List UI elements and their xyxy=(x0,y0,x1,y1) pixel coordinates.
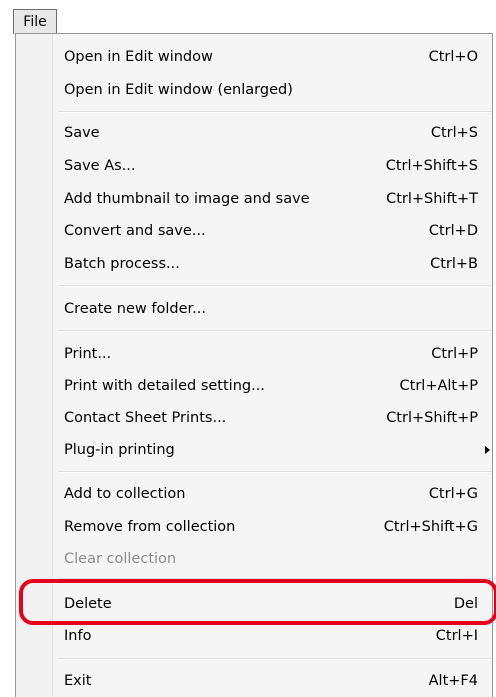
menu-item-label: Batch process... xyxy=(64,256,180,272)
menu-item-remove-from-collection[interactable]: Remove from collection Ctrl+Shift+G xyxy=(16,512,492,542)
menu-separator xyxy=(58,285,492,287)
menu-item-label: Delete xyxy=(64,596,112,612)
menu-item-shortcut: Ctrl+Shift+P xyxy=(386,410,478,426)
menu-item-label: Create new folder... xyxy=(64,301,206,317)
menu-separator xyxy=(58,471,492,473)
menu-item-label: Remove from collection xyxy=(64,519,236,535)
menu-item-info[interactable]: Info Ctrl+I xyxy=(16,621,492,651)
menu-item-label: Print with detailed setting... xyxy=(64,378,265,394)
menu-item-exit[interactable]: Exit Alt+F4 xyxy=(16,666,492,696)
menu-item-save-as[interactable]: Save As... Ctrl+Shift+S xyxy=(16,151,492,181)
menu-item-shortcut: Ctrl+Shift+S xyxy=(385,158,478,174)
menu-item-shortcut: Ctrl+S xyxy=(430,125,478,141)
menu-item-shortcut: Ctrl+Shift+T xyxy=(386,191,478,207)
menu-item-shortcut: Ctrl+O xyxy=(428,49,478,65)
menu-item-print[interactable]: Print... Ctrl+P xyxy=(16,339,492,369)
menu-item-label: Save xyxy=(64,125,100,141)
menu-item-open-in-edit-window[interactable]: Open in Edit window Ctrl+O xyxy=(16,42,492,72)
menu-separator xyxy=(58,658,492,660)
menu-item-shortcut: Ctrl+B xyxy=(430,256,478,272)
menu-item-label: Exit xyxy=(64,673,92,689)
menu-item-open-in-edit-window-enlarged[interactable]: Open in Edit window (enlarged) xyxy=(16,75,492,105)
menu-item-label: Plug-in printing xyxy=(64,442,175,458)
menu-bar: File xyxy=(0,0,496,36)
menu-item-shortcut: Alt+F4 xyxy=(428,673,478,689)
menu-item-contact-sheet-prints[interactable]: Contact Sheet Prints... Ctrl+Shift+P xyxy=(16,403,492,433)
menu-item-shortcut: Ctrl+G xyxy=(428,486,478,502)
menu-item-add-thumbnail-and-save[interactable]: Add thumbnail to image and save Ctrl+Shi… xyxy=(16,184,492,214)
menu-item-save[interactable]: Save Ctrl+S xyxy=(16,118,492,148)
menu-separator xyxy=(58,330,492,332)
menu-item-label: Contact Sheet Prints... xyxy=(64,410,227,426)
menu-item-plug-in-printing[interactable]: Plug-in printing xyxy=(16,435,492,465)
menu-item-convert-and-save[interactable]: Convert and save... Ctrl+D xyxy=(16,216,492,246)
menu-item-shortcut: Ctrl+Alt+P xyxy=(399,378,478,394)
menu-item-shortcut: Ctrl+D xyxy=(428,223,478,239)
menu-item-label: Info xyxy=(64,628,92,644)
menu-item-label: Open in Edit window (enlarged) xyxy=(64,82,293,98)
file-menu-tab[interactable]: File xyxy=(13,9,57,34)
menu-item-shortcut: Ctrl+I xyxy=(435,628,478,644)
menu-item-shortcut: Ctrl+P xyxy=(431,346,478,362)
menu-item-label: Save As... xyxy=(64,158,136,174)
menu-item-label: Add to collection xyxy=(64,486,186,502)
menu-item-batch-process[interactable]: Batch process... Ctrl+B xyxy=(16,249,492,279)
menu-item-label: Convert and save... xyxy=(64,223,206,239)
menu-item-add-to-collection[interactable]: Add to collection Ctrl+G xyxy=(16,479,492,509)
menu-item-delete[interactable]: Delete Del xyxy=(16,589,492,619)
file-menu-dropdown: Open in Edit window Ctrl+O Open in Edit … xyxy=(15,33,496,697)
menu-item-print-detailed-setting[interactable]: Print with detailed setting... Ctrl+Alt+… xyxy=(16,371,492,401)
menu-item-shortcut: Ctrl+Shift+G xyxy=(383,519,478,535)
menu-item-label: Clear collection xyxy=(64,551,177,567)
chevron-right-icon xyxy=(485,446,490,454)
menu-item-create-new-folder[interactable]: Create new folder... xyxy=(16,294,492,324)
menu-item-label: Print... xyxy=(64,346,112,362)
menu-item-label: Add thumbnail to image and save xyxy=(64,191,310,207)
menu-item-shortcut: Del xyxy=(453,596,478,612)
menu-item-clear-collection: Clear collection xyxy=(16,544,492,574)
menu-separator xyxy=(58,111,492,113)
menu-separator xyxy=(58,578,492,580)
menu-item-label: Open in Edit window xyxy=(64,49,213,65)
